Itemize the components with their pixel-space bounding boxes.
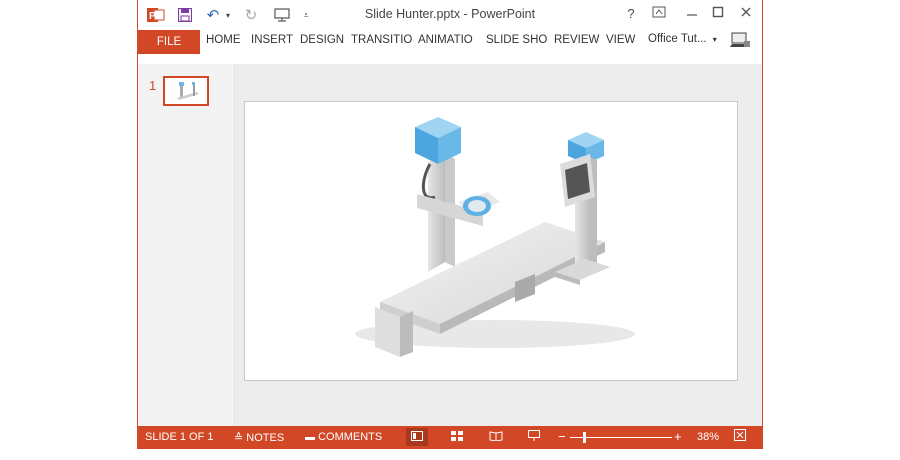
maximize-button[interactable] (707, 6, 729, 24)
zoom-slider-handle[interactable] (583, 432, 586, 443)
tab-transitions[interactable]: TRANSITIO (351, 34, 412, 46)
comments-label: COMMENTS (318, 431, 383, 443)
status-bar: SLIDE 1 OF 1 ≙ NOTES ▬ COMMENTS − + 38% (138, 426, 762, 448)
ribbon-display-options-button[interactable] (648, 6, 670, 24)
notes-icon: ≙ (234, 432, 244, 444)
help-button[interactable]: ? (620, 6, 642, 24)
powerpoint-window: P ↶ ▾ ↻ ⩡ Slide Hunter.pptx - PowerPoint… (137, 0, 763, 449)
file-tab[interactable]: FILE (138, 30, 200, 54)
slide-thumbnail-image (177, 82, 199, 100)
ribbon-tabs: FILE HOME INSERT DESIGN TRANSITIO ANIMAT… (138, 30, 762, 54)
normal-view-button[interactable] (406, 428, 428, 446)
comments-button[interactable]: ▬ COMMENTS (305, 431, 382, 443)
xray-machine-illustration (355, 117, 635, 357)
account-avatar-icon[interactable] (729, 31, 753, 51)
account-name: Office Tut... (648, 33, 707, 45)
zoom-out-button[interactable]: − (558, 429, 566, 444)
slide-counter: SLIDE 1 OF 1 (145, 431, 214, 443)
fit-slide-button[interactable] (729, 428, 751, 446)
notes-label: NOTES (246, 432, 285, 444)
slide-thumbnail-number: 1 (149, 78, 157, 93)
slideshow-view-button[interactable] (523, 428, 545, 446)
tab-design[interactable]: DESIGN (300, 34, 344, 46)
tab-view[interactable]: VIEW (606, 34, 635, 46)
zoom-level[interactable]: 38% (697, 431, 719, 443)
tab-review[interactable]: REVIEW (554, 34, 599, 46)
tab-home[interactable]: HOME (206, 34, 241, 46)
notes-button[interactable]: ≙ NOTES (234, 431, 284, 444)
slide-sorter-button[interactable] (446, 428, 468, 446)
title-bar: P ↶ ▾ ↻ ⩡ Slide Hunter.pptx - PowerPoint… (138, 0, 762, 30)
slide-sorter-icon (451, 431, 463, 441)
account-caret-icon: ▾ (712, 35, 717, 44)
slide-thumbnails-pane: 1 (138, 64, 235, 426)
comment-icon: ▬ (305, 432, 315, 443)
minimize-button[interactable] (681, 6, 703, 24)
account-menu[interactable]: Office Tut... ▾ (648, 33, 717, 45)
normal-view-icon (411, 431, 423, 441)
fit-to-window-icon (734, 429, 746, 441)
zoom-in-button[interactable]: + (674, 429, 682, 444)
reading-view-icon (489, 431, 503, 442)
slide-canvas[interactable] (244, 101, 738, 381)
reading-view-button[interactable] (485, 428, 507, 446)
tab-animations[interactable]: ANIMATIO (418, 34, 473, 46)
slide-editing-area (235, 64, 762, 426)
slide-thumbnail[interactable] (163, 76, 209, 106)
tab-insert[interactable]: INSERT (251, 34, 293, 46)
tab-slide-show[interactable]: SLIDE SHO (486, 34, 547, 46)
close-button[interactable] (735, 6, 757, 24)
slideshow-icon (528, 430, 540, 441)
